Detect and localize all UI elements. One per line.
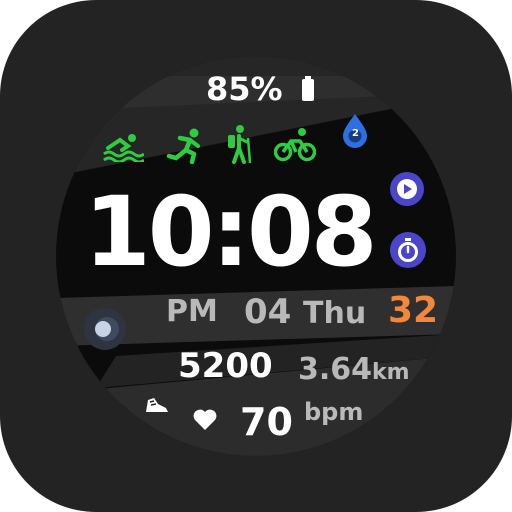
watch-face: 85% 2 10:08 PM 04 Thu 32 5200 3.64km 70 … bbox=[56, 56, 456, 456]
water-count: 2 bbox=[352, 128, 359, 139]
hike-icon[interactable] bbox=[224, 124, 254, 164]
bike-icon[interactable] bbox=[274, 128, 316, 162]
swim-icon[interactable] bbox=[102, 132, 144, 162]
toggle-icon bbox=[95, 317, 119, 341]
run-icon[interactable] bbox=[166, 128, 206, 164]
distance-value: 3.64km bbox=[298, 352, 410, 387]
battery-percent: 85% bbox=[206, 70, 283, 108]
date-day: 04 bbox=[244, 292, 292, 332]
stopwatch-icon bbox=[398, 238, 418, 262]
distance-number: 3.64 bbox=[298, 352, 373, 387]
time-display: 10:08 bbox=[84, 176, 378, 288]
steps-value: 5200 bbox=[178, 346, 273, 386]
stopwatch-button[interactable] bbox=[390, 232, 426, 268]
heart-icon bbox=[193, 409, 217, 430]
shoe-icon bbox=[146, 398, 168, 412]
date-weekday: Thu bbox=[303, 296, 367, 331]
play-button[interactable] bbox=[390, 172, 424, 206]
heart-rate-unit: bpm bbox=[304, 398, 364, 426]
app-icon-tile: 85% 2 10:08 PM 04 Thu 32 5200 3.64km 70 … bbox=[0, 0, 512, 512]
play-icon bbox=[397, 179, 417, 199]
battery-icon bbox=[302, 76, 314, 101]
extra-value: 32 bbox=[388, 290, 439, 331]
side-toggle-button[interactable] bbox=[84, 308, 126, 350]
distance-unit: km bbox=[372, 360, 410, 385]
time-period: PM bbox=[166, 294, 218, 329]
heart-rate-value: 70 bbox=[240, 400, 293, 444]
